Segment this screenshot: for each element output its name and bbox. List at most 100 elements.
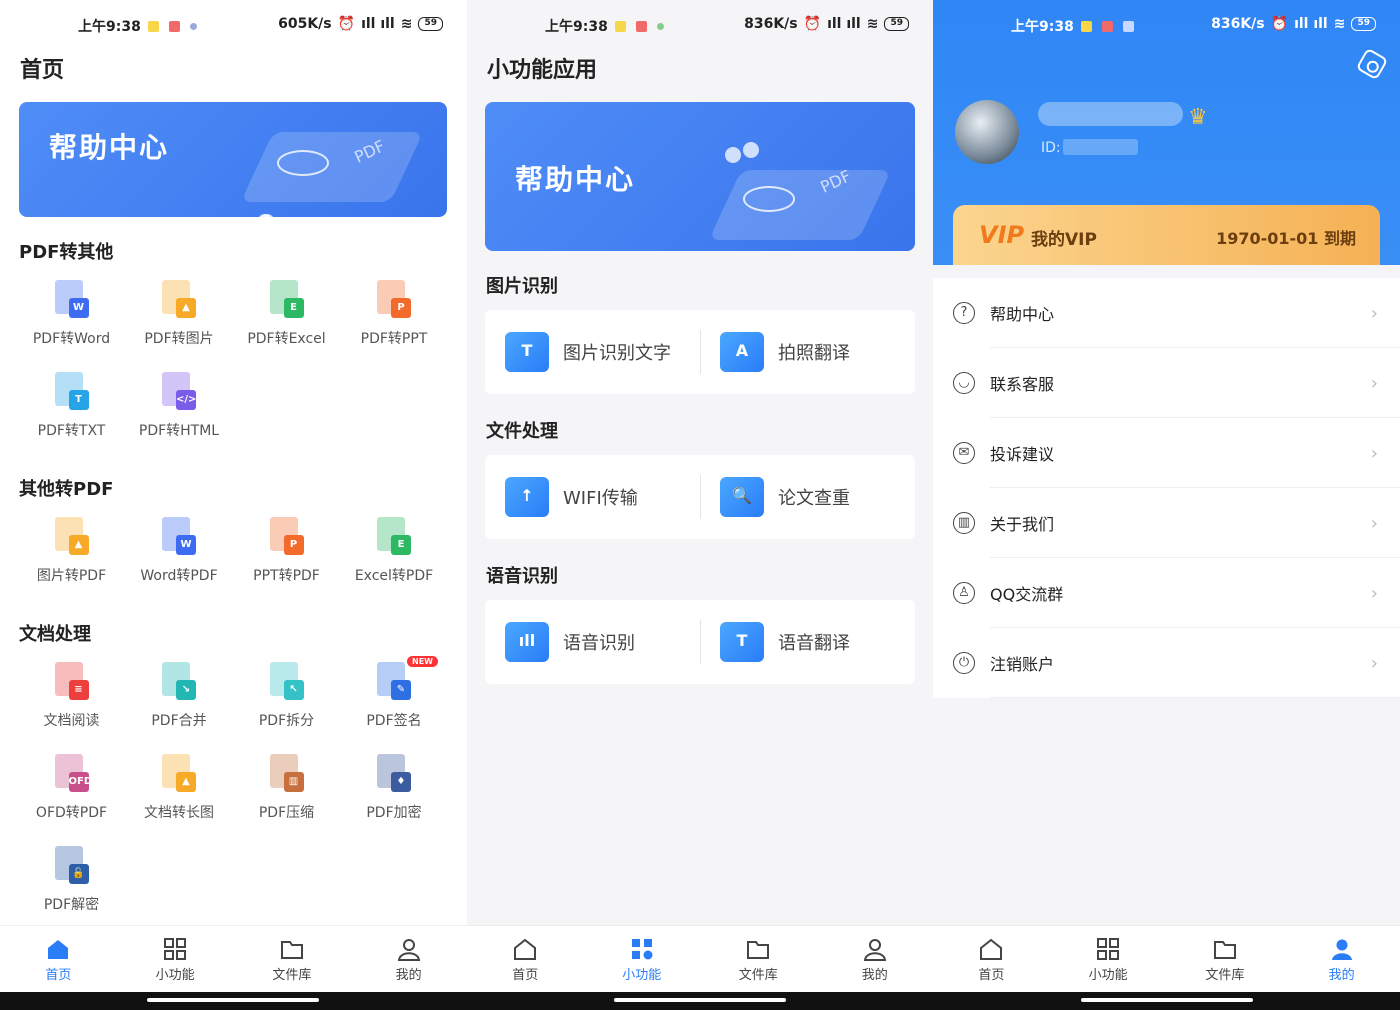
tool-item[interactable]: OFD OFD转PDF (18, 754, 125, 822)
tool-button[interactable]: T 图片识别文字 (485, 310, 700, 394)
tool-label: PDF转Excel (247, 331, 326, 347)
tab-mine[interactable]: 我的 (817, 926, 934, 992)
section-title-other-to-pdf: 其他转PDF (19, 479, 114, 500)
tools-screen: 上午9:38 836K/s ⏰ ıll ıll ≋ 59 小功能应用 帮助中心 PDF … (467, 0, 933, 992)
help-center-banner[interactable]: 帮助中心 PDF (485, 102, 915, 251)
file-convert-icon: P (269, 517, 304, 555)
file-convert-icon: W (54, 280, 89, 318)
wifi-icon: ≋ (400, 16, 413, 32)
tab-home[interactable]: 首页 (0, 926, 117, 992)
tool-label: 文档转长图 (144, 805, 214, 821)
file-convert-icon: ▲ (162, 754, 196, 792)
tool-button[interactable]: A 拍照翻译 (700, 310, 915, 394)
tab-tools[interactable]: 小功能 (117, 926, 234, 992)
page-title: 小功能应用 (487, 58, 598, 83)
tool-item[interactable]: ▥ PDF压缩 (233, 754, 340, 822)
tool-item[interactable]: ▲ 文档转长图 (126, 754, 233, 822)
tool-button[interactable]: 🔍 论文查重 (700, 455, 915, 539)
help-center-banner[interactable]: 帮助中心 PDF (19, 102, 447, 217)
menu-item[interactable]: ◡ 联系客服 › (933, 348, 1400, 418)
tab-home[interactable]: 首页 (933, 926, 1050, 992)
tool-item[interactable]: E Excel转PDF (341, 517, 448, 585)
tab-mine[interactable]: 我的 (1283, 926, 1400, 992)
tab-tools[interactable]: 小功能 (584, 926, 701, 992)
file-convert-icon: ✎ NEW (377, 656, 438, 700)
tool-label: PDF解密 (43, 897, 100, 913)
menu-item[interactable]: ? 帮助中心 › (933, 278, 1400, 348)
tool-label: 拍照翻译 (778, 343, 850, 364)
tool-item[interactable]: ✎ NEW PDF签名 (341, 656, 448, 730)
tool-item[interactable]: T PDF转TXT (18, 372, 125, 440)
tool-item[interactable]: </> PDF转HTML (126, 372, 233, 440)
menu-item-label: 投诉建议 (990, 445, 1055, 464)
menu-item-label: 注销账户 (990, 655, 1055, 674)
tool-item[interactable]: ↘ PDF合并 (126, 662, 233, 730)
tool-label: Word转PDF (140, 568, 218, 584)
vip-card[interactable]: VIP 我的VIP 1970-01-01 到期 (953, 205, 1380, 265)
help-icon: ? (953, 302, 975, 324)
user-id-redacted (1063, 139, 1138, 155)
image-text-icon: T (505, 332, 549, 372)
tab-files[interactable]: 文件库 (234, 926, 351, 992)
file-convert-icon: ≡ (54, 662, 89, 700)
chevron-right-icon: › (1370, 442, 1378, 464)
tool-label: PDF转PPT (360, 331, 428, 347)
tool-button[interactable]: ↑ WIFI传输 (485, 455, 700, 539)
service-icon: ◡ (953, 372, 975, 394)
menu-item[interactable]: ✉ 投诉建议 › (933, 418, 1400, 488)
section-title: 文件处理 (486, 421, 558, 442)
chevron-right-icon: › (1370, 302, 1378, 324)
menu-item[interactable]: ▥ 关于我们 › (933, 488, 1400, 558)
tool-item[interactable]: ↖ PDF拆分 (233, 662, 340, 730)
signal-icon: ıll ıll (827, 16, 861, 32)
camera-translate-icon: A (720, 332, 764, 372)
tool-label: 图片识别文字 (563, 343, 671, 364)
alarm-icon: ⏰ (1270, 16, 1289, 32)
tool-item[interactable]: ♦ PDF加密 (341, 754, 448, 822)
tab-files[interactable]: 文件库 (1167, 926, 1284, 992)
section-title: 语音识别 (486, 566, 558, 587)
tool-item[interactable]: E PDF转Excel (233, 280, 340, 348)
tool-item[interactable]: W Word转PDF (126, 517, 233, 585)
folder-icon (280, 941, 303, 959)
status-time: 上午9:38 (78, 19, 141, 35)
tab-mine[interactable]: 我的 (350, 926, 467, 992)
feedback-icon: ✉ (953, 442, 975, 464)
menu-item-label: 联系客服 (990, 375, 1055, 394)
bottom-nav: 首页 小功能 文件库 我的 (467, 925, 933, 992)
tab-tools[interactable]: 小功能 (1050, 926, 1167, 992)
grid-icon (164, 938, 187, 960)
tool-item[interactable]: P PDF转PPT (341, 280, 448, 348)
tool-card: ıll 语音识别 T 语音翻译 (485, 600, 915, 684)
tool-item[interactable]: ▲ 图片转PDF (18, 517, 125, 585)
tool-item[interactable]: W PDF转Word (18, 280, 125, 348)
file-convert-icon: OFD (54, 754, 92, 792)
tab-home[interactable]: 首页 (467, 926, 584, 992)
tab-files[interactable]: 文件库 (700, 926, 817, 992)
tool-label: PDF转TXT (37, 423, 106, 439)
settings-icon[interactable] (1355, 47, 1389, 81)
tool-item[interactable]: ≡ 文档阅读 (18, 662, 125, 730)
tool-item[interactable]: ▲ PDF转图片 (126, 280, 233, 348)
settings-menu: ? 帮助中心 › ◡ 联系客服 › ✉ 投诉建议 › ▥ 关于我们 › ♙ QQ交流群 › ⏻ 注销账户 › (933, 278, 1400, 698)
tool-item[interactable]: 🔓 PDF解密 (18, 846, 125, 914)
signal-icon: ıll ıll (361, 16, 395, 32)
voice-translate-icon: T (720, 622, 764, 662)
network-speed: 836K/s (744, 16, 798, 32)
banner-text: 帮助中心 (515, 163, 636, 196)
vip-logo: VIP (979, 221, 1025, 249)
tool-button[interactable]: T 语音翻译 (700, 600, 915, 684)
menu-item[interactable]: ⏻ 注销账户 › (933, 628, 1400, 698)
power-icon: ⏻ (953, 652, 975, 674)
qq-icon: ♙ (953, 582, 975, 604)
menu-item[interactable]: ♙ QQ交流群 › (933, 558, 1400, 628)
page-title: 首页 (20, 58, 65, 83)
avatar[interactable] (955, 100, 1019, 164)
tool-button[interactable]: ıll 语音识别 (485, 600, 700, 684)
tool-label: Excel转PDF (354, 568, 434, 584)
tool-label: 论文查重 (778, 488, 850, 509)
system-gesture-bar (0, 992, 1400, 1010)
tool-label: PDF拆分 (258, 713, 315, 729)
wifi-icon: ≋ (866, 16, 879, 32)
tool-item[interactable]: P PPT转PDF (233, 517, 340, 585)
